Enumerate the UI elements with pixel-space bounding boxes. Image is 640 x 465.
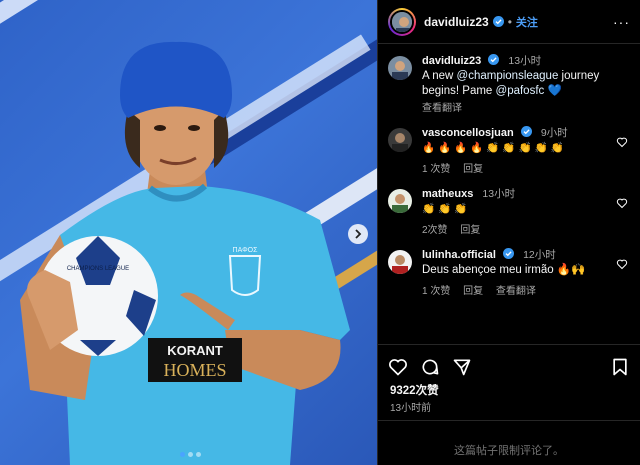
caption-avatar[interactable] xyxy=(388,56,412,80)
caption-text: A new @championsleague journey begins! P… xyxy=(422,69,608,99)
see-translation-link[interactable]: 查看翻译 xyxy=(496,286,536,297)
comment-avatar[interactable] xyxy=(388,128,412,152)
comment-likes[interactable]: 1 次赞 xyxy=(422,286,450,297)
comment-likes[interactable]: 1 次赞 xyxy=(422,164,450,175)
comment-text: Deus abençoe meu irmão 🔥🙌 xyxy=(422,264,586,276)
comment-likes[interactable]: 2次赞 xyxy=(422,225,448,236)
comment-avatar[interactable] xyxy=(388,250,412,274)
mention-link[interactable]: @pafosfc xyxy=(496,85,545,97)
verified-badge-icon xyxy=(492,16,504,27)
more-options-icon[interactable]: ··· xyxy=(613,14,630,30)
comment-time: 9小时 xyxy=(540,127,568,139)
post-header: davidluiz23 • 关注 ··· xyxy=(378,0,640,44)
divider xyxy=(378,420,640,421)
carousel-dots xyxy=(180,452,201,457)
next-image-button[interactable] xyxy=(348,224,368,244)
sponsor-bottom: HOMES xyxy=(163,360,226,380)
verified-badge-icon xyxy=(520,126,532,137)
heart-icon[interactable] xyxy=(616,197,628,209)
reply-button[interactable]: 回复 xyxy=(460,225,480,236)
comment-item: vasconcellosjuan 9小时 🔥🔥🔥🔥👏👏👏👏👏 1 次赞 回复 xyxy=(388,126,630,177)
ball-text: CHAMPIONS LEAGUE xyxy=(67,266,129,272)
carousel-dot xyxy=(188,452,193,457)
chevron-right-icon xyxy=(355,229,362,239)
avatar-image xyxy=(388,128,412,152)
avatar-image xyxy=(388,56,412,80)
separator-dot: • xyxy=(507,14,512,29)
comment-time: 13小时 xyxy=(482,188,516,200)
caption-time: 13小时 xyxy=(508,55,542,67)
comment-item: matheuxs 13小时 👏👏👏 2次赞 回复 xyxy=(388,187,630,238)
carousel-dot xyxy=(180,452,185,457)
bookmark-icon[interactable] xyxy=(610,357,630,377)
heart-icon[interactable] xyxy=(616,258,628,270)
comment-avatar[interactable] xyxy=(388,189,412,213)
reply-button[interactable]: 回复 xyxy=(463,286,483,297)
comment-icon[interactable] xyxy=(420,357,440,377)
comment-time: 12小时 xyxy=(523,249,556,261)
reply-button[interactable]: 回复 xyxy=(463,164,483,175)
avatar-image xyxy=(388,189,412,213)
mention-link[interactable]: @championsleague xyxy=(457,70,559,82)
avatar-image xyxy=(388,250,412,274)
comment-username[interactable]: lulinha.official xyxy=(422,249,496,261)
caption-username[interactable]: davidluiz23 xyxy=(422,55,481,67)
author-avatar[interactable] xyxy=(388,7,416,36)
caption-text-part: A new xyxy=(422,70,457,82)
comment-username[interactable]: vasconcellosjuan xyxy=(422,127,514,139)
comment-text: 🔥🔥🔥🔥👏👏👏👏👏 xyxy=(422,142,567,154)
send-icon[interactable] xyxy=(452,357,472,377)
heart-icon[interactable] xyxy=(616,136,628,148)
comment-text: 👏👏👏 xyxy=(422,203,471,215)
follow-button[interactable]: 关注 xyxy=(516,14,538,30)
blue-heart-emoji: 💙 xyxy=(547,85,562,97)
see-translation-link[interactable]: 查看翻译 xyxy=(422,103,462,114)
post-side-panel: davidluiz23 • 关注 ··· davidluiz23 13小时 A … xyxy=(377,0,640,465)
crest-text: ΠΑΦΟΣ xyxy=(233,247,259,254)
comment-username[interactable]: matheuxs xyxy=(422,188,473,200)
player-photo: ΠΑΦΟΣ KORANT HOMES CHAMPIONS LEAGUE xyxy=(20,41,350,465)
comments-limited-notice: 这篇帖子限制评论了。 xyxy=(454,445,564,457)
verified-badge-icon xyxy=(488,54,500,65)
caption: davidluiz23 13小时 A new @championsleague … xyxy=(388,54,630,116)
likes-count[interactable]: 9322次赞 xyxy=(390,382,439,398)
author-username[interactable]: davidluiz23 xyxy=(424,15,489,29)
verified-badge-icon xyxy=(503,248,515,259)
comments-list[interactable]: davidluiz23 13小时 A new @championsleague … xyxy=(378,44,640,344)
posted-time: 13小时前 xyxy=(390,403,432,414)
comment-item: lulinha.official 12小时 Deus abençoe meu i… xyxy=(388,248,630,299)
avatar-image xyxy=(392,11,412,32)
carousel-dot xyxy=(196,452,201,457)
post-actions xyxy=(388,354,630,380)
divider xyxy=(378,344,640,345)
post-media[interactable]: ΠΑΦΟΣ KORANT HOMES CHAMPIONS LEAGUE xyxy=(0,0,377,465)
heart-icon[interactable] xyxy=(388,357,408,377)
sponsor-top: KORANT xyxy=(167,343,223,358)
